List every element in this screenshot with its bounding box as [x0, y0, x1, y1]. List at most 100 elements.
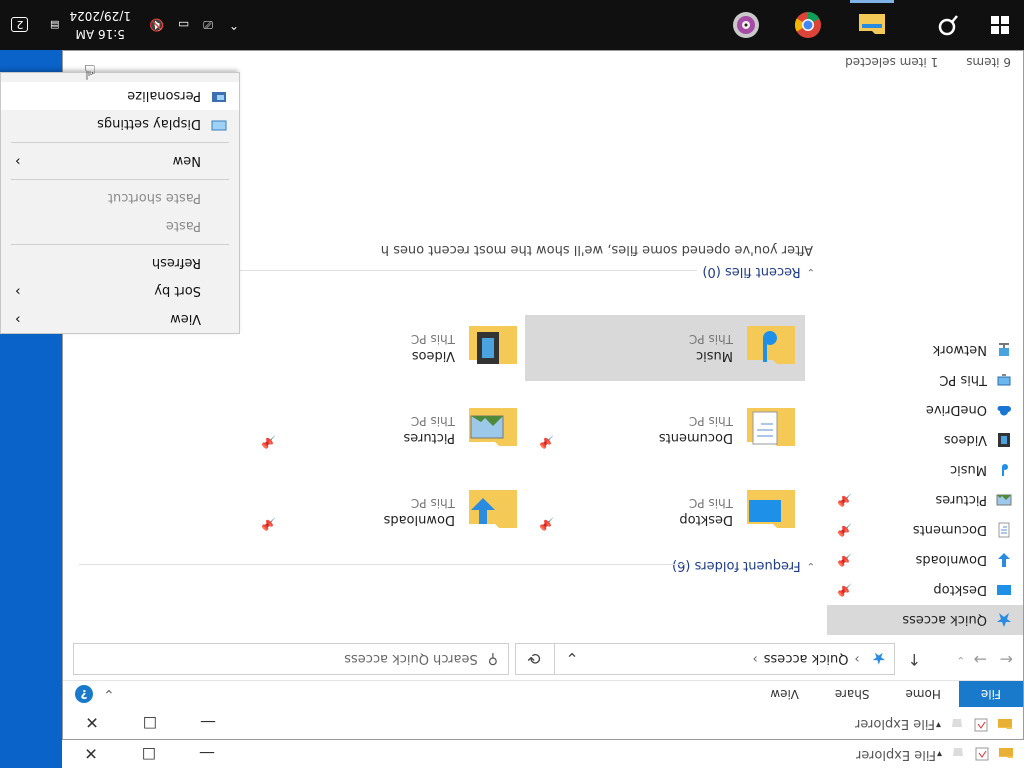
recent-locations-icon[interactable]: ⌄ [957, 654, 965, 665]
menu-item-display-settings[interactable]: Display settings [1, 110, 239, 138]
up-arrow-icon[interactable]: ↑ [908, 650, 921, 669]
folder-name: Desktop [679, 512, 733, 528]
tab-share[interactable]: Share [817, 681, 888, 707]
folder-name: Music [696, 348, 733, 364]
breadcrumb-chevron-icon[interactable]: › [753, 652, 758, 667]
taskbar-chrome[interactable] [780, 0, 836, 50]
menu-item-refresh[interactable]: Refresh [1, 249, 239, 277]
refresh-icon[interactable]: ⟳ [514, 643, 555, 675]
tab-view[interactable]: View [752, 681, 816, 707]
sidebar-item-videos[interactable]: Videos [827, 425, 1023, 455]
menu-item-label: Refresh [151, 255, 201, 271]
sidebar-item-desktop[interactable]: Desktop 📌 [827, 575, 1023, 605]
qat-dropdown-icon[interactable]: ▾ [937, 749, 942, 760]
system-tray: ⌃ ⎚ ▭ 🔇 5:16 AM 1/29/2024 ▤ 2 [0, 0, 239, 50]
sidebar-item-label: Desktop [933, 582, 987, 598]
menu-item-personalize[interactable]: Personalize [1, 82, 239, 110]
menu-item-label: View [170, 311, 201, 327]
sidebar-item-this-pc[interactable]: This PC [827, 365, 1023, 395]
notification-count-badge: 2 [11, 17, 29, 33]
collapse-chevron-icon: ⌄ [806, 266, 815, 277]
folder-location: This PC [411, 496, 455, 511]
back-window-titlebar[interactable]: ▾ File Explorer — ☐ ✕ [62, 739, 1024, 768]
menu-item-view[interactable]: View › [1, 305, 239, 333]
folder-name: Videos [411, 348, 455, 364]
submenu-arrow-icon: › [15, 283, 21, 299]
back-arrow-icon[interactable]: ← [1000, 650, 1013, 669]
new-folder-icon[interactable] [949, 717, 965, 733]
properties-icon[interactable] [974, 746, 990, 762]
sidebar-item-downloads[interactable]: Downloads 📌 [827, 545, 1023, 575]
ribbon-collapse-icon[interactable]: ⌄ [103, 686, 115, 702]
computer-icon [997, 374, 1011, 386]
sidebar-item-documents[interactable]: Documents 📌 [827, 515, 1023, 545]
sidebar-item-quick-access[interactable]: Quick access [827, 605, 1023, 635]
folder-tile-desktop[interactable]: Desktop This PC 📌 [525, 479, 805, 545]
menu-item-new[interactable]: New › [1, 147, 239, 175]
pin-icon: 📌 [837, 493, 852, 507]
minimize-button[interactable]: — [179, 707, 237, 739]
network-status-icon[interactable]: ⎚ [203, 18, 213, 33]
qat-dropdown-icon[interactable]: ▾ [936, 720, 941, 731]
start-button[interactable] [976, 0, 1024, 50]
search-input[interactable]: ⚲ Search Quick access [73, 643, 509, 675]
sidebar-item-music[interactable]: Music [827, 455, 1023, 485]
tab-home[interactable]: Home [887, 681, 958, 707]
folder-tile-music[interactable]: Music This PC [525, 315, 805, 381]
clock-time: 5:16 AM [75, 27, 125, 41]
new-folder-icon[interactable] [950, 746, 966, 762]
music-folder-icon [747, 326, 795, 364]
folder-tile-pictures[interactable]: Pictures This PC 📌 [247, 397, 527, 463]
menu-item-label: Display settings [97, 116, 201, 132]
videos-folder-icon [469, 326, 517, 364]
titlebar[interactable]: ▾ File Explorer — ☐ ✕ [63, 707, 1023, 739]
folder-tile-documents[interactable]: Documents This PC 📌 [525, 397, 805, 463]
menu-item-label: Paste shortcut [107, 190, 201, 206]
pin-icon: 📌 [837, 523, 852, 537]
help-icon[interactable]: ? [75, 685, 93, 703]
frequent-folders-header[interactable]: ⌄ Frequent folders (6) [672, 558, 815, 573]
sidebar-item-onedrive[interactable]: OneDrive [827, 395, 1023, 425]
windows-logo-icon [991, 16, 1009, 34]
mouse-cursor-icon: ☝ [83, 60, 96, 84]
breadcrumb-quick-access[interactable]: Quick access [764, 652, 849, 667]
breadcrumb-chevron-icon[interactable]: › [854, 652, 859, 667]
folder-tile-videos[interactable]: Videos This PC [247, 315, 527, 381]
close-button[interactable]: ✕ [63, 707, 121, 739]
properties-icon[interactable] [973, 717, 989, 733]
folder-tile-downloads[interactable]: Downloads This PC 📌 [247, 479, 527, 545]
ribbon-tabs: File Home Share View [63, 680, 1023, 707]
folder-location: This PC [411, 332, 455, 347]
maximize-button[interactable]: ☐ [121, 707, 179, 739]
sidebar-item-network[interactable]: Network [827, 335, 1023, 365]
forward-arrow-icon[interactable]: → [974, 650, 987, 669]
pictures-folder-icon [469, 408, 517, 446]
recent-files-empty-message: After you've opened some files, we'll sh… [380, 242, 813, 257]
folder-location: This PC [689, 496, 733, 511]
show-hidden-icons-icon[interactable]: ⌃ [229, 18, 239, 32]
search-icon: ⚲ [487, 651, 498, 667]
clock[interactable]: 5:16 AM 1/29/2024 [69, 7, 131, 43]
taskbar-search-button[interactable] [920, 0, 976, 50]
sidebar-item-pictures[interactable]: Pictures 📌 [827, 485, 1023, 515]
taskbar-file-explorer[interactable] [844, 0, 900, 50]
collapse-chevron-icon: ⌄ [806, 560, 815, 571]
taskbar-dvd-player[interactable] [718, 0, 774, 50]
back-maximize-button[interactable]: ☐ [120, 740, 178, 768]
star-icon [997, 613, 1011, 627]
back-close-button[interactable]: ✕ [62, 740, 120, 768]
volume-muted-icon[interactable]: 🔇 [149, 18, 164, 32]
search-placeholder: Search Quick access [344, 651, 478, 667]
pin-icon: 📌 [261, 435, 276, 449]
menu-item-sort-by[interactable]: Sort by › [1, 277, 239, 305]
battery-icon[interactable]: ▭ [178, 18, 189, 32]
action-center-button[interactable]: 2 [0, 0, 40, 50]
desktop-peek-icon[interactable]: ▤ [50, 20, 59, 31]
folder-name: Downloads [383, 512, 455, 528]
pin-icon: 📌 [837, 583, 852, 597]
address-dropdown-icon[interactable]: ⌄ [555, 643, 589, 675]
back-minimize-button[interactable]: — [178, 740, 236, 768]
recent-files-header[interactable]: ⌄ Recent files (0) [702, 264, 815, 279]
dvd-player-icon [733, 12, 759, 38]
tab-file[interactable]: File [958, 681, 1023, 707]
